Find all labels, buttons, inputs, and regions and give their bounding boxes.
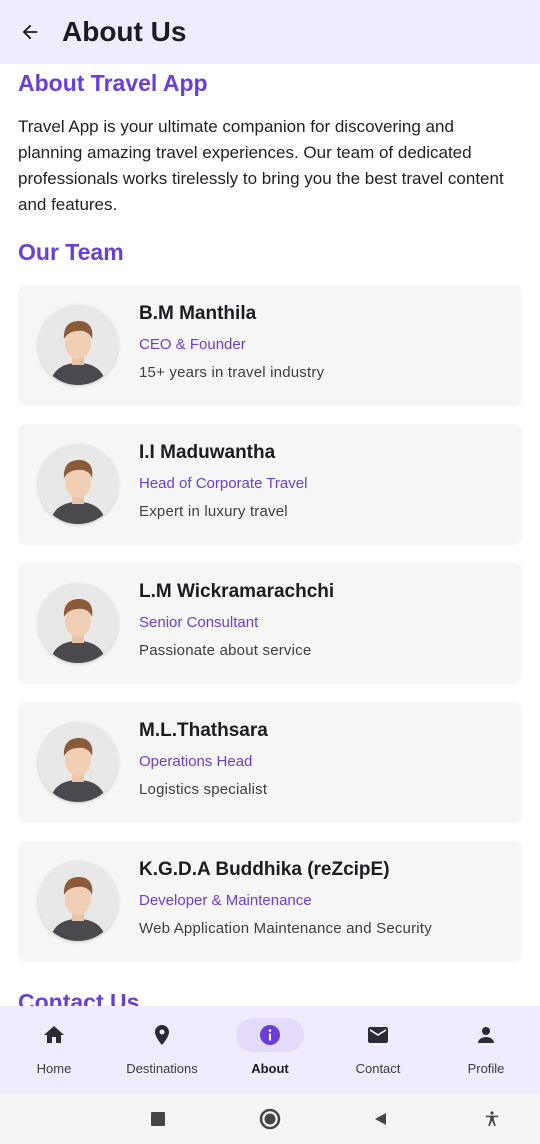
nav-label: Profile [467,1061,505,1076]
member-description: 15+ years in travel industry [139,364,325,381]
nav-item-about[interactable]: About [216,1006,324,1094]
avatar [38,444,118,524]
member-name: K.G.D.A Buddhika (reZcipE) [139,859,390,880]
arrow-left-icon [22,24,38,40]
system-navigation-bar [0,1094,540,1144]
home-circle-icon [259,1108,281,1130]
nav-item-home[interactable]: Home [0,1006,108,1094]
nav-icon-container [128,1018,196,1052]
member-description: Logistics specialist [139,781,268,798]
avatar [38,305,118,385]
accessibility-button[interactable] [479,1106,505,1132]
nav-icon-container [236,1018,304,1052]
contact-heading: Contact Us [18,989,140,1006]
location-pin-icon [155,1025,169,1045]
recents-icon [151,1112,165,1126]
team-heading: Our Team [18,239,124,265]
member-role: Head of Corporate Travel [139,475,308,492]
member-description: Passionate about service [139,642,312,659]
member-description: Expert in luxury travel [139,503,288,520]
mail-icon [368,1027,388,1043]
avatar-photo-icon [38,444,118,524]
page-title: About Us [62,16,187,47]
team-member-card: B.M Manthila CEO & Founder 15+ years in … [18,285,522,406]
back-button[interactable] [0,0,60,64]
back-system-button[interactable] [367,1106,393,1132]
member-role: Operations Head [139,753,253,770]
recents-button[interactable] [145,1106,171,1132]
team-member-card: I.I Maduwantha Head of Corporate Travel … [18,424,522,545]
avatar-photo-icon [38,583,118,663]
person-icon [478,1027,494,1043]
nav-item-contact[interactable]: Contact [324,1006,432,1094]
nav-icon-container [452,1018,520,1052]
member-role: Developer & Maintenance [139,892,312,909]
avatar-photo-icon [38,861,118,941]
avatar-photo-icon [38,722,118,802]
member-name: M.L.Thathsara [139,720,268,741]
nav-label: Contact [355,1061,401,1076]
avatar [38,722,118,802]
avatar [38,583,118,663]
member-name: L.M Wickramarachchi [139,581,335,602]
app-bar: About Us [0,0,540,64]
member-role: CEO & Founder [139,336,246,353]
team-member-card: M.L.Thathsara Operations Head Logistics … [18,702,522,823]
nav-label: Destinations [126,1061,198,1076]
home-system-button[interactable] [257,1106,283,1132]
nav-label: Home [36,1061,72,1076]
content-scroll[interactable]: About Travel App Travel App is your ulti… [0,64,540,1006]
member-description: Web Application Maintenance and Security [139,920,432,937]
team-member-card: L.M Wickramarachchi Senior Consultant Pa… [18,563,522,684]
team-member-card: K.G.D.A Buddhika (reZcipE) Developer & M… [18,841,522,962]
member-role: Senior Consultant [139,614,259,631]
nav-icon-container [344,1018,412,1052]
avatar [38,861,118,941]
bottom-navigation: Home Destinations About Contact Profile [0,1006,540,1094]
about-heading: About Travel App [18,70,208,96]
avatar-photo-icon [38,305,118,385]
nav-item-profile[interactable]: Profile [432,1006,540,1094]
nav-item-destinations[interactable]: Destinations [108,1006,216,1094]
nav-icon-container [20,1018,88,1052]
member-name: I.I Maduwantha [139,442,276,463]
about-text: Travel App is your ultimate companion fo… [18,117,504,214]
home-icon [44,1026,64,1043]
nav-label: About [251,1061,289,1076]
back-triangle-icon [375,1113,386,1125]
accessibility-icon [486,1111,498,1127]
info-icon [260,1025,280,1045]
member-name: B.M Manthila [139,303,257,324]
